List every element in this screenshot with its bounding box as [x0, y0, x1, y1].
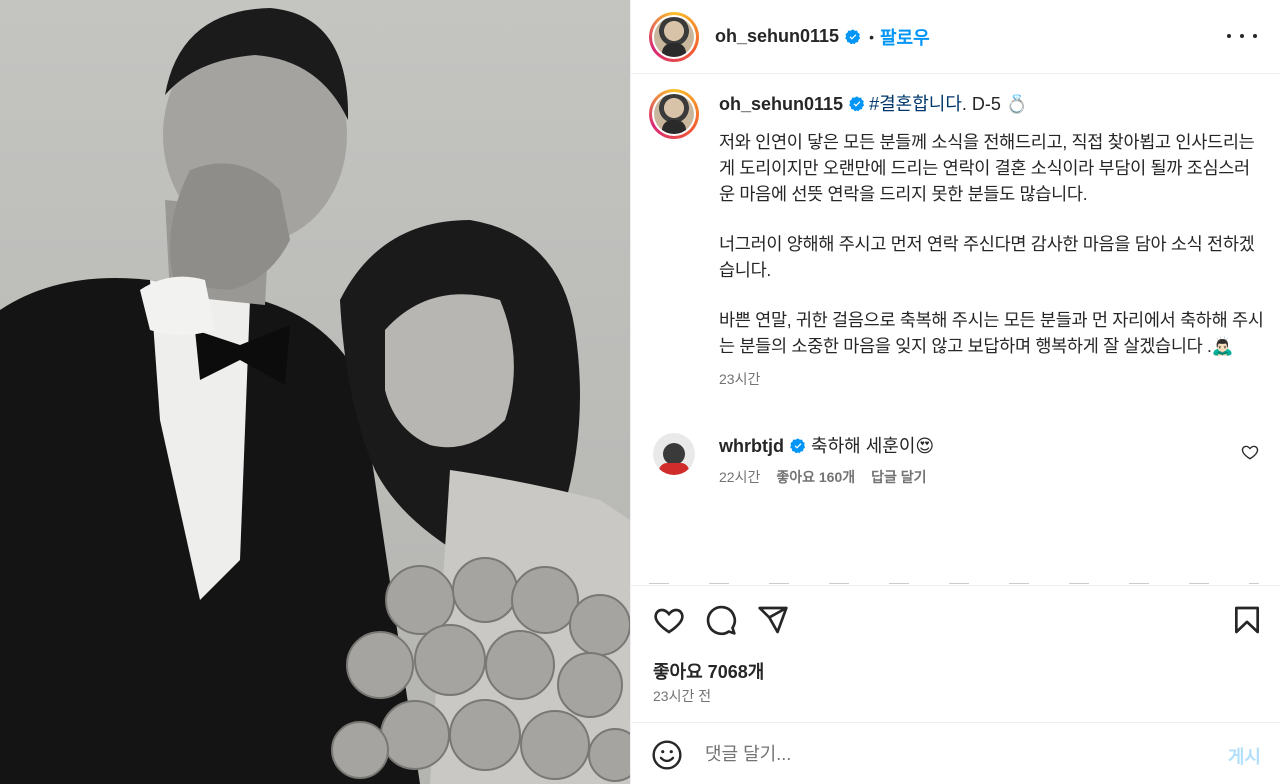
username-link[interactable]: oh_sehun0115 [715, 26, 839, 47]
caption-time[interactable]: 23시간 [719, 369, 1264, 389]
bookmark-icon[interactable] [1231, 604, 1263, 636]
verified-badge-icon [849, 96, 865, 112]
comment-likes[interactable]: 좋아요 160개 [776, 467, 855, 487]
wedding-photo-illustration [0, 8, 630, 784]
reply-button[interactable]: 답글 달기 [871, 467, 926, 487]
comment-text: 축하해 세훈이😍 [811, 436, 935, 456]
verified-badge-icon [790, 438, 806, 454]
share-icon[interactable] [757, 604, 789, 636]
follow-button[interactable]: 팔로우 [880, 24, 930, 50]
ring-emoji: 💍 [1005, 94, 1029, 114]
post-detail-panel: oh_sehun0115 • 팔로우 oh_sehun0115 #결혼합니다. … [630, 0, 1280, 784]
comment-username[interactable]: whrbtjd [719, 436, 784, 456]
emoji-icon[interactable] [651, 739, 683, 771]
post-header: oh_sehun0115 • 팔로우 [631, 0, 1280, 74]
caption-body: oh_sehun0115 #결혼합니다. D-5 💍 저와 인연이 닿은 모든 … [719, 89, 1264, 389]
caption-paragraph: 너그러이 양해해 주시고 먼저 연락 주신다면 감사한 마음을 담아 소식 전하… [719, 234, 1255, 280]
caption-title-suffix: . D-5 [961, 94, 1001, 114]
heart-icon[interactable] [653, 604, 685, 636]
post-photo[interactable] [0, 0, 630, 784]
comment-input[interactable] [705, 737, 1205, 771]
avatar-image [654, 94, 694, 134]
posted-time[interactable]: 23시간 전 [653, 686, 711, 706]
caption-avatar[interactable] [649, 89, 699, 139]
caption-paragraph: 저와 인연이 닿은 모든 분들께 소식을 전해드리고, 직접 찾아뵙고 인사드리… [719, 132, 1255, 204]
avatar-image [654, 16, 694, 57]
more-options-icon[interactable] [1227, 24, 1257, 48]
avatar[interactable] [649, 11, 699, 62]
likes-count[interactable]: 좋아요 7068개 [653, 658, 764, 684]
heart-icon[interactable] [1241, 443, 1259, 461]
comment-avatar[interactable] [653, 433, 695, 475]
action-bar: 좋아요 7068개 23시간 전 [631, 585, 1280, 721]
separator-dot: • [869, 28, 874, 45]
comments-scroll-area[interactable]: oh_sehun0115 #결혼합니다. D-5 💍 저와 인연이 닿은 모든 … [631, 75, 1280, 585]
caption-paragraph: 바쁜 연말, 귀한 걸음으로 축복해 주시는 모든 분들과 먼 자리에서 축하해… [719, 310, 1264, 356]
comment-form: 게시 [631, 722, 1280, 784]
comment-time[interactable]: 22시간 [719, 467, 760, 487]
verified-badge-icon [845, 28, 861, 44]
hashtag-link[interactable]: #결혼합니다 [869, 94, 962, 114]
comment-item: whrbtjd 축하해 세훈이😍 22시간 좋아요 160개 답글 달기 [649, 431, 1259, 501]
post-comment-button[interactable]: 게시 [1228, 743, 1261, 769]
caption-username[interactable]: oh_sehun0115 [719, 94, 843, 114]
comment-icon[interactable] [705, 604, 737, 636]
